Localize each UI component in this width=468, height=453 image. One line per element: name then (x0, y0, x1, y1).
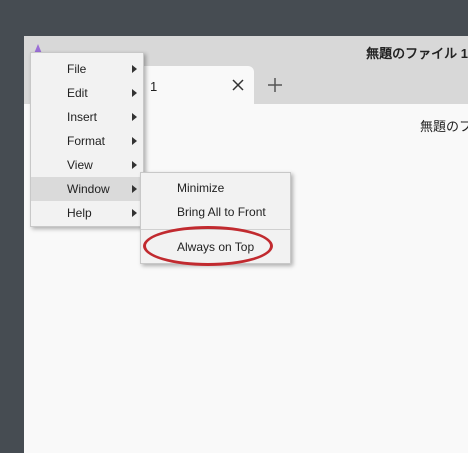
menu-item-label: Always on Top (177, 240, 255, 254)
plus-icon[interactable] (267, 77, 283, 93)
menu-item-label: Insert (67, 110, 98, 124)
submenu-arrow-icon (132, 89, 137, 97)
menu-item-format[interactable]: Format (31, 129, 143, 153)
submenu-arrow-icon (132, 161, 137, 169)
menu-item-insert[interactable]: Insert (31, 105, 143, 129)
menu-item-label: View (67, 158, 93, 172)
menu-item-label: Window (67, 182, 110, 196)
menu-item-always-on-top[interactable]: Always on Top (141, 235, 290, 259)
submenu-arrow-icon (132, 113, 137, 121)
menu-item-file[interactable]: File (31, 57, 143, 81)
window-title: 無題のファイル 1 (366, 46, 468, 61)
menu-item-label: File (67, 62, 87, 76)
menu-item-label: Help (67, 206, 92, 220)
menu-item-label: Bring All to Front (177, 205, 266, 219)
submenu-arrow-icon (132, 209, 137, 217)
window-submenu: Minimize Bring All to Front Always on To… (140, 172, 291, 264)
submenu-arrow-icon (132, 185, 137, 193)
submenu-arrow-icon (132, 137, 137, 145)
menu-item-bring-all-to-front[interactable]: Bring All to Front (141, 200, 290, 224)
menu-item-minimize[interactable]: Minimize (141, 176, 290, 200)
menu-item-label: Format (67, 134, 106, 148)
document-title: 無題のフ (420, 119, 468, 134)
menu-item-help[interactable]: Help (31, 201, 143, 225)
menu-item-window[interactable]: Window (31, 177, 143, 201)
tab-label: 1 (150, 79, 158, 94)
submenu-arrow-icon (132, 65, 137, 73)
main-menu: File Edit Insert Format View Window Help (30, 52, 144, 227)
menu-item-label: Edit (67, 86, 88, 100)
close-icon[interactable] (231, 78, 245, 92)
menu-item-view[interactable]: View (31, 153, 143, 177)
menu-separator (141, 229, 290, 230)
menu-item-label: Minimize (177, 181, 225, 195)
menu-item-edit[interactable]: Edit (31, 81, 143, 105)
